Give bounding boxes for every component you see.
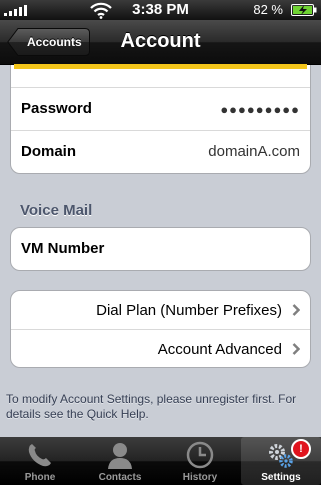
tab-bar: Phone Contacts History ! Settings — [0, 437, 321, 485]
settings-alert-badge: ! — [291, 439, 311, 459]
account-credentials-group: Username 1000 Password ●●●●●●●●● Domain … — [10, 65, 311, 174]
phone-icon — [28, 444, 51, 467]
dial-plan-row[interactable]: Dial Plan (Number Prefixes) — [11, 291, 310, 329]
domain-row[interactable]: Domain domainA.com — [11, 130, 310, 173]
tab-phone[interactable]: Phone — [0, 437, 80, 485]
navigation-bar: Accounts Account — [0, 20, 321, 65]
tab-history-label: History — [182, 472, 218, 483]
password-label: Password — [21, 100, 92, 117]
settings-content: Username 1000 Password ●●●●●●●●● Domain … — [0, 65, 321, 437]
account-advanced-row[interactable]: Account Advanced — [11, 329, 310, 367]
history-icon — [186, 441, 214, 469]
accent-divider — [14, 64, 307, 69]
password-value: ●●●●●●●●● — [220, 102, 300, 117]
tab-settings[interactable]: ! Settings — [241, 437, 321, 485]
contacts-icon — [108, 443, 132, 469]
battery-percentage: 82 % — [253, 2, 283, 17]
tab-phone-label: Phone — [24, 472, 56, 483]
dial-plan-label: Dial Plan (Number Prefixes) — [96, 302, 282, 319]
back-button-label: Accounts — [27, 35, 82, 49]
account-links-group: Dial Plan (Number Prefixes) Account Adva… — [10, 290, 311, 368]
tab-contacts[interactable]: Contacts — [80, 437, 160, 485]
vm-number-label: VM Number — [21, 240, 105, 257]
password-row[interactable]: Password ●●●●●●●●● — [11, 87, 310, 130]
battery-charging-icon — [291, 4, 317, 16]
domain-label: Domain — [21, 143, 77, 160]
account-advanced-label: Account Advanced — [157, 341, 282, 358]
tab-contacts-label: Contacts — [98, 472, 142, 483]
voice-mail-section-header: Voice Mail — [20, 202, 93, 219]
tab-settings-label: Settings — [261, 472, 301, 483]
status-bar: 3:38 PM 82 % — [0, 0, 321, 20]
vm-number-row[interactable]: VM Number — [11, 228, 310, 270]
domain-value: domainA.com — [208, 143, 300, 160]
chevron-right-icon — [292, 304, 300, 316]
chevron-right-icon — [292, 343, 300, 355]
voice-mail-group: VM Number — [10, 227, 311, 271]
tab-history[interactable]: History — [160, 437, 240, 485]
unregister-footnote: To modify Account Settings, please unreg… — [6, 392, 297, 421]
